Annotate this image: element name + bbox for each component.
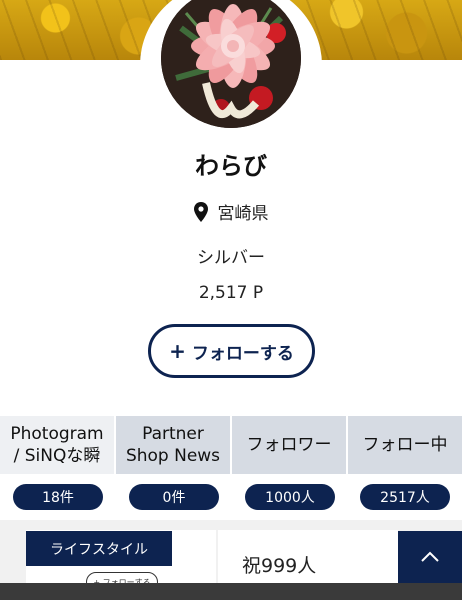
tab-counts: 18件 0件 1000人 2517人 (0, 484, 462, 510)
tab-partner-shop-news[interactable]: Partner Shop News (116, 416, 232, 474)
partner-news-count-badge[interactable]: 0件 (129, 484, 219, 510)
tab-label: / SiNQな瞬 (13, 446, 101, 466)
post-title-preview: 祝999人 (242, 555, 317, 577)
username: わらび (195, 152, 267, 180)
tab-label: フォロワー (246, 435, 332, 455)
tab-photogram[interactable]: Photogram / SiNQな瞬 (0, 416, 116, 474)
follow-button-label: フォローする (191, 343, 294, 364)
plus-icon: + (169, 339, 186, 363)
location: 宮崎県 (0, 199, 462, 224)
photogram-count-badge[interactable]: 18件 (13, 484, 103, 510)
chevron-up-icon (421, 551, 439, 562)
tab-label: Photogram (10, 424, 104, 444)
map-pin-icon (193, 201, 208, 222)
tab-followers[interactable]: フォロワー (232, 416, 348, 474)
profile-tabs: Photogram / SiNQな瞬 Partner Shop News フォロ… (0, 416, 462, 474)
follow-button[interactable]: + フォローする (148, 324, 315, 378)
tab-following[interactable]: フォロー中 (348, 416, 462, 474)
category-tag[interactable]: ライフスタイル (26, 531, 172, 566)
bottom-bar (0, 583, 462, 600)
location-text: 宮崎県 (217, 204, 269, 224)
scroll-to-top-button[interactable] (398, 531, 462, 583)
tab-label: Shop News (125, 446, 221, 466)
following-count-badge[interactable]: 2517人 (360, 484, 450, 510)
tab-label: Partner (142, 424, 204, 444)
points-balance: 2,517 P (198, 283, 264, 303)
member-rank: シルバー (197, 248, 265, 268)
followers-count-badge[interactable]: 1000人 (245, 484, 335, 510)
tab-label: フォロー中 (362, 435, 448, 455)
